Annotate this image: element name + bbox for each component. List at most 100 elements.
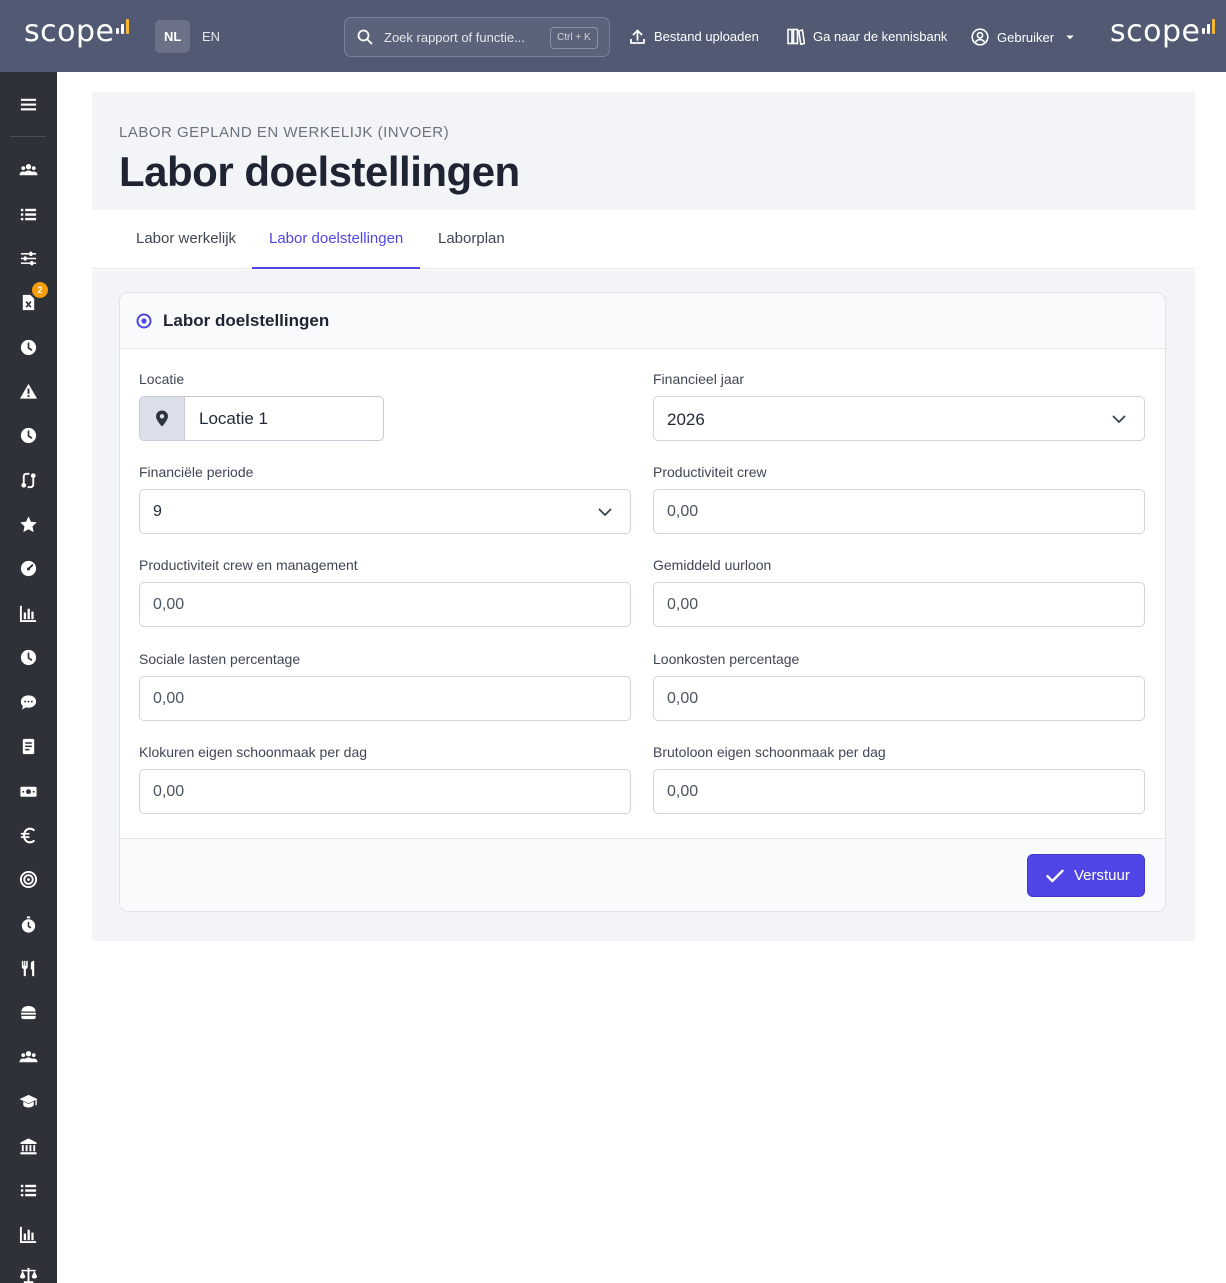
upload-icon xyxy=(630,29,645,44)
scope-logo-right: scope xyxy=(1110,14,1218,49)
language-en[interactable]: EN xyxy=(193,20,229,53)
search-icon xyxy=(357,29,373,45)
sidebar-item-finance[interactable] xyxy=(17,824,39,846)
submit-button[interactable]: Verstuur xyxy=(1027,854,1145,897)
bar-chart-icon xyxy=(19,1226,36,1243)
bar-chart-icon xyxy=(19,605,36,622)
sociale-lasten-input[interactable]: 0,00 xyxy=(139,676,631,721)
sidebar-item-warning[interactable] xyxy=(17,380,39,402)
sidebar-item-messages[interactable] xyxy=(17,691,39,713)
sidebar-item-cash[interactable] xyxy=(17,780,39,802)
sidebar-item-time[interactable] xyxy=(17,646,39,668)
tab-labor-werkelijk[interactable]: Labor werkelijk xyxy=(119,210,253,269)
sidebar-item-analytics[interactable] xyxy=(17,1223,39,1245)
productiviteit-crew-label: Productiviteit crew xyxy=(653,464,767,480)
financieel-jaar-value: 2026 xyxy=(667,410,705,429)
euro-icon xyxy=(20,827,35,843)
sociale-lasten-label: Sociale lasten percentage xyxy=(139,651,301,667)
sidebar-item-clock[interactable] xyxy=(17,336,39,358)
loonkosten-value: 0,00 xyxy=(667,690,699,707)
list-icon xyxy=(20,208,36,220)
target-icon xyxy=(19,870,37,888)
sidebar-divider xyxy=(10,136,46,137)
utensils-icon xyxy=(21,960,34,976)
submit-label: Verstuur xyxy=(1074,867,1130,884)
route-icon xyxy=(20,472,36,488)
sidebar-item-dashboard[interactable] xyxy=(17,557,39,579)
card-header: Labor doelstellingen xyxy=(120,293,1165,349)
chevron-down-icon xyxy=(1112,415,1126,423)
sliders-icon xyxy=(20,251,36,265)
upload-file-label: Bestand uploaden xyxy=(654,29,759,44)
sidebar-item-receipts[interactable] xyxy=(17,735,39,757)
burger-icon xyxy=(20,1005,36,1019)
scope-logo[interactable]: scope xyxy=(24,14,132,49)
cash-icon xyxy=(19,786,37,797)
sidebar-item-reports[interactable] xyxy=(17,602,39,624)
tab-laborplan[interactable]: Laborplan xyxy=(421,210,522,269)
sidebar-item-compare[interactable] xyxy=(17,1264,39,1283)
tab-bar: Labor werkelijk Labor doelstellingen Lab… xyxy=(92,210,1195,269)
sidebar-item-users[interactable] xyxy=(17,159,39,181)
signal-bars-icon xyxy=(1202,16,1218,34)
check-icon xyxy=(1046,869,1064,882)
user-circle-icon xyxy=(971,28,989,46)
sidebar-item-targets[interactable] xyxy=(17,868,39,890)
tab-labor-doelstellingen[interactable]: Labor doelstellingen xyxy=(252,210,421,269)
klokuren-schoonmaak-input[interactable]: 0,00 xyxy=(139,769,631,814)
loonkosten-input[interactable]: 0,00 xyxy=(653,676,1145,721)
sidebar-item-checklist[interactable] xyxy=(17,1179,39,1201)
user-menu[interactable]: Gebruiker xyxy=(971,28,1074,46)
productiviteit-crew-management-input[interactable]: 0,00 xyxy=(139,582,631,627)
sidebar-item-excel[interactable]: 2 xyxy=(17,282,48,313)
graduation-cap-icon xyxy=(18,1094,38,1107)
sidebar-item-timer[interactable] xyxy=(17,913,39,935)
page-eyebrow: LABOR GEPLAND EN WERKELIJK (INVOER) xyxy=(119,124,450,141)
locatie-field[interactable]: Locatie 1 xyxy=(139,396,384,441)
menu-toggle-button[interactable] xyxy=(17,93,39,115)
brutoloon-schoonmaak-label: Brutoloon eigen schoonmaak per dag xyxy=(653,744,886,760)
sidebar-item-team[interactable] xyxy=(17,1046,39,1068)
sidebar-item-products[interactable] xyxy=(17,1001,39,1023)
page-title: Labor doelstellingen xyxy=(119,148,520,195)
clock-icon xyxy=(20,339,36,355)
user-label: Gebruiker xyxy=(997,29,1055,45)
users-icon xyxy=(18,163,38,175)
stopwatch-icon xyxy=(21,915,35,933)
logo-text-right: scope xyxy=(1110,14,1201,49)
target-icon xyxy=(136,313,152,329)
sidebar-item-bank[interactable] xyxy=(17,1135,39,1157)
sidebar-item-sliders[interactable] xyxy=(17,247,39,269)
upload-file-button[interactable]: Bestand uploaden xyxy=(629,28,759,45)
bank-icon xyxy=(19,1137,37,1154)
clock-icon xyxy=(20,649,36,665)
receipt-icon xyxy=(22,738,34,754)
search-shortcut: Ctrl + K xyxy=(550,27,598,49)
card-title: Labor doelstellingen xyxy=(163,311,330,330)
knowledge-base-link[interactable]: Ga naar de kennisbank xyxy=(787,28,947,45)
language-nl[interactable]: NL xyxy=(155,20,191,53)
brutoloon-schoonmaak-input[interactable]: 0,00 xyxy=(653,769,1145,814)
menu-icon xyxy=(20,98,36,110)
sidebar-item-food[interactable] xyxy=(17,957,39,979)
books-icon xyxy=(787,28,805,45)
gemiddeld-uurloon-label: Gemiddeld uurloon xyxy=(653,557,772,573)
gemiddeld-uurloon-input[interactable]: 0,00 xyxy=(653,582,1145,627)
search-box[interactable]: Zoek rapport of functie... Ctrl + K xyxy=(344,17,610,57)
sidebar-item-favorites[interactable] xyxy=(17,513,39,535)
sidebar-item-route[interactable] xyxy=(17,469,39,491)
productiviteit-crew-input[interactable]: 0,00 xyxy=(653,489,1145,534)
gauge-icon xyxy=(20,560,36,576)
financiele-periode-select[interactable]: 9 xyxy=(139,489,631,534)
sidebar: 2 xyxy=(0,72,57,1283)
logo-text: scope xyxy=(24,14,115,49)
sidebar-item-training[interactable] xyxy=(17,1090,39,1112)
financieel-jaar-select[interactable]: 2026 xyxy=(653,396,1145,441)
financiele-periode-value: 9 xyxy=(153,503,162,520)
chat-icon xyxy=(20,694,36,710)
sidebar-item-list[interactable] xyxy=(17,203,39,225)
sidebar-item-history[interactable] xyxy=(17,424,39,446)
search-input[interactable]: Zoek rapport of functie... xyxy=(384,30,525,45)
location-addon xyxy=(140,397,185,440)
brutoloon-schoonmaak-value: 0,00 xyxy=(667,783,699,800)
